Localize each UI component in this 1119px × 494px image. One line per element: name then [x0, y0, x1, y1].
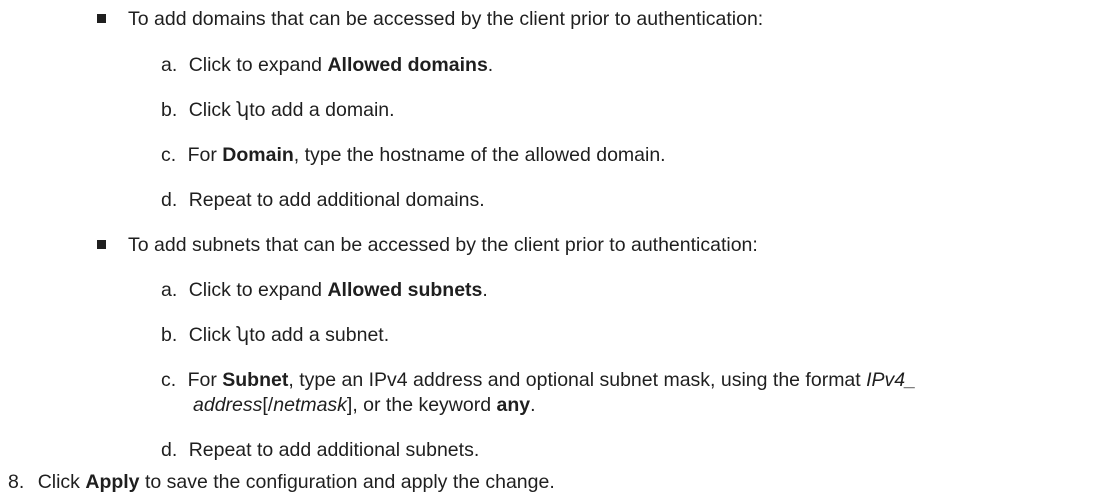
- step-d-subnets: d. Repeat to add additional subnets.: [161, 438, 479, 462]
- bullet-intro: To add domains that can be accessed by t…: [128, 8, 764, 30]
- step-c-domains: c. For Domain, type the hostname of the …: [161, 143, 666, 167]
- step-marker: b.: [161, 99, 178, 121]
- format-netmask: netmask: [273, 394, 347, 416]
- step-text: For Domain, type the hostname of the all…: [187, 144, 666, 166]
- ui-label-apply: Apply: [85, 471, 140, 493]
- ui-label-allowed-domains: Allowed domains: [327, 54, 488, 76]
- keyword-any: any: [496, 394, 531, 416]
- step-text: Click Apply to save the configuration an…: [37, 471, 555, 493]
- step-text: For Subnet, type an IPv4 address and opt…: [187, 369, 916, 391]
- format-ipv4: IPv4_: [866, 369, 916, 391]
- bullet-text-subnets: To add subnets that can be accessed by t…: [128, 233, 758, 257]
- step-a-subnets: a. Click to expand Allowed subnets.: [161, 278, 488, 302]
- step-text: Click ʮto add a domain.: [188, 98, 395, 121]
- step-text: Repeat to add additional subnets.: [188, 439, 480, 461]
- step-b-subnets: b. Click ʮto add a subnet.: [161, 323, 389, 347]
- step-text: Click ʮto add a subnet.: [188, 323, 390, 346]
- step-text: Repeat to add additional domains.: [188, 189, 485, 211]
- step-number: 8.: [8, 471, 25, 493]
- step-text: Click to expand Allowed domains.: [188, 54, 494, 76]
- document-page: To add domains that can be accessed by t…: [0, 0, 1119, 493]
- step-a-domains: a. Click to expand Allowed domains.: [161, 53, 493, 77]
- ui-label-domain: Domain: [222, 144, 294, 166]
- bullet-square-icon: [97, 14, 106, 23]
- step-marker: a.: [161, 279, 178, 301]
- bullet-text-domains: To add domains that can be accessed by t…: [128, 7, 763, 31]
- format-address: address: [193, 394, 263, 416]
- step-marker: d.: [161, 439, 178, 461]
- ui-label-subnet: Subnet: [222, 369, 289, 391]
- bullet-square-icon: [97, 240, 106, 249]
- step-c-subnets: c. For Subnet, type an IPv4 address and …: [161, 368, 916, 392]
- step-8: 8. Click Apply to save the configuration…: [8, 470, 555, 494]
- step-c-subnets-continued: address[/netmask], or the keyword any.: [193, 394, 536, 416]
- step-marker: c.: [161, 369, 177, 391]
- step-d-domains: d. Repeat to add additional domains.: [161, 188, 485, 212]
- add-icon: ʮ: [236, 98, 250, 121]
- step-marker: b.: [161, 324, 178, 346]
- ui-label-allowed-subnets: Allowed subnets: [327, 279, 483, 301]
- step-text: Click to expand Allowed subnets.: [188, 279, 488, 301]
- step-marker: d.: [161, 189, 178, 211]
- step-b-domains: b. Click ʮto add a domain.: [161, 98, 395, 122]
- bullet-intro: To add subnets that can be accessed by t…: [128, 234, 758, 256]
- step-marker: c.: [161, 144, 177, 166]
- step-marker: a.: [161, 54, 178, 76]
- add-icon: ʮ: [236, 323, 250, 346]
